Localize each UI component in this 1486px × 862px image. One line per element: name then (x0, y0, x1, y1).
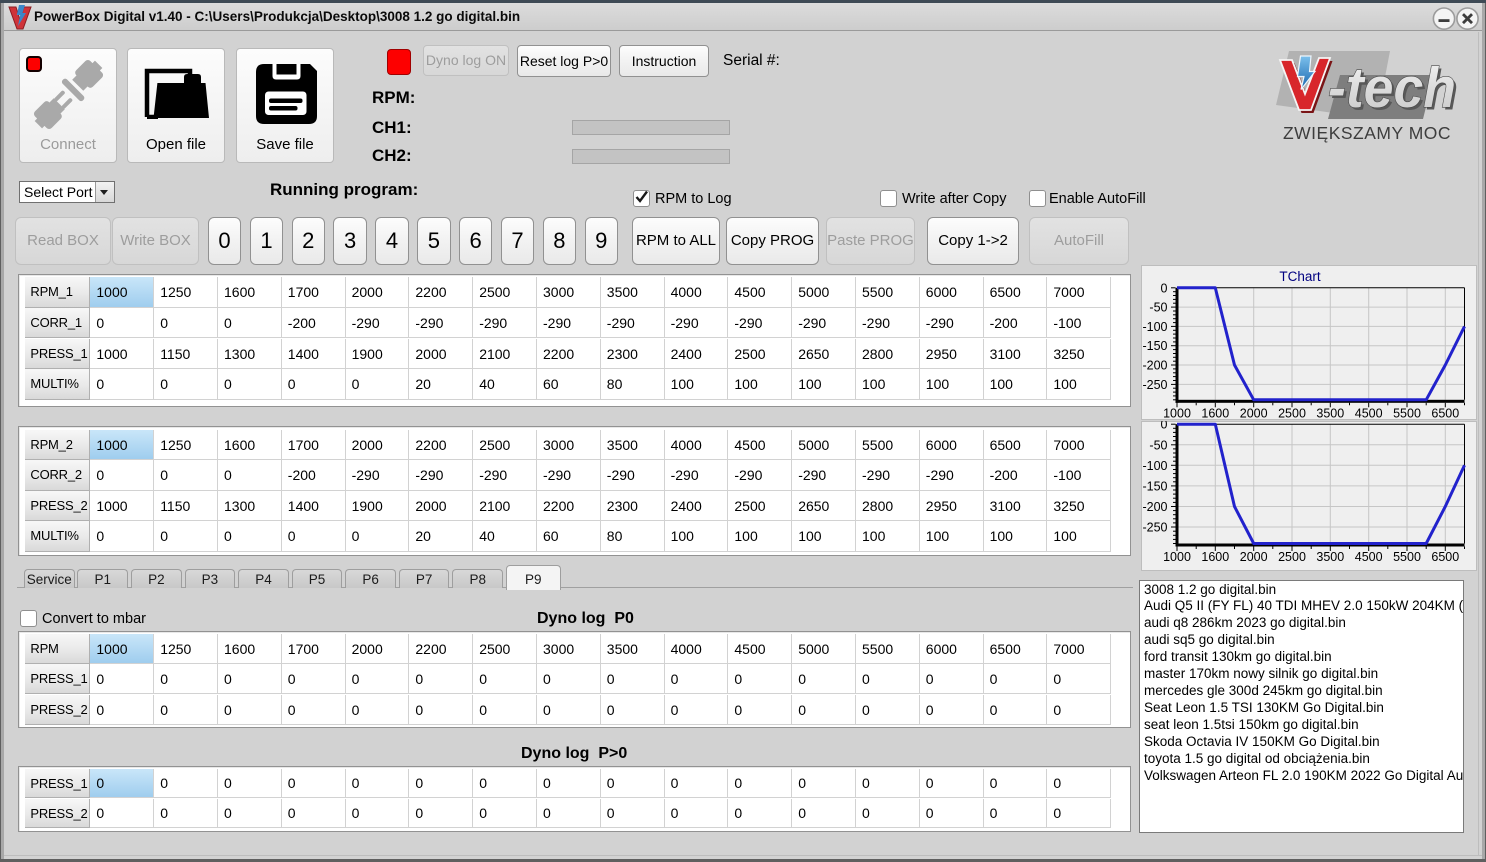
svg-text:5500: 5500 (1393, 406, 1421, 420)
svg-text:6500: 6500 (1431, 406, 1459, 420)
svg-text:-150: -150 (1142, 339, 1167, 353)
svg-text:1600: 1600 (1201, 406, 1229, 420)
svg-text:1600: 1600 (1201, 550, 1229, 564)
svg-text:-250: -250 (1142, 521, 1167, 535)
svg-text:-100: -100 (1142, 459, 1167, 473)
svg-text:2500: 2500 (1278, 406, 1306, 420)
svg-text:1000: 1000 (1163, 550, 1191, 564)
svg-text:-250: -250 (1142, 378, 1167, 392)
svg-text:1000: 1000 (1163, 406, 1191, 420)
svg-text:5500: 5500 (1393, 550, 1421, 564)
svg-text:-150: -150 (1142, 479, 1167, 493)
svg-text:-50: -50 (1149, 301, 1167, 315)
svg-text:2000: 2000 (1239, 550, 1267, 564)
svg-text:TChart: TChart (1279, 269, 1321, 284)
svg-text:-200: -200 (1142, 500, 1167, 514)
svg-text:3500: 3500 (1316, 550, 1344, 564)
svg-text:2000: 2000 (1239, 406, 1267, 420)
svg-text:-50: -50 (1149, 438, 1167, 452)
svg-text:4500: 4500 (1354, 406, 1382, 420)
svg-text:-100: -100 (1142, 320, 1167, 334)
svg-text:3500: 3500 (1316, 406, 1344, 420)
svg-text:0: 0 (1160, 421, 1167, 432)
svg-text:4500: 4500 (1354, 550, 1382, 564)
svg-text:-tech: -tech (1328, 56, 1456, 120)
svg-text:0: 0 (1160, 281, 1167, 295)
svg-text:6500: 6500 (1431, 550, 1459, 564)
svg-text:2500: 2500 (1278, 550, 1306, 564)
svg-text:-200: -200 (1142, 359, 1167, 373)
